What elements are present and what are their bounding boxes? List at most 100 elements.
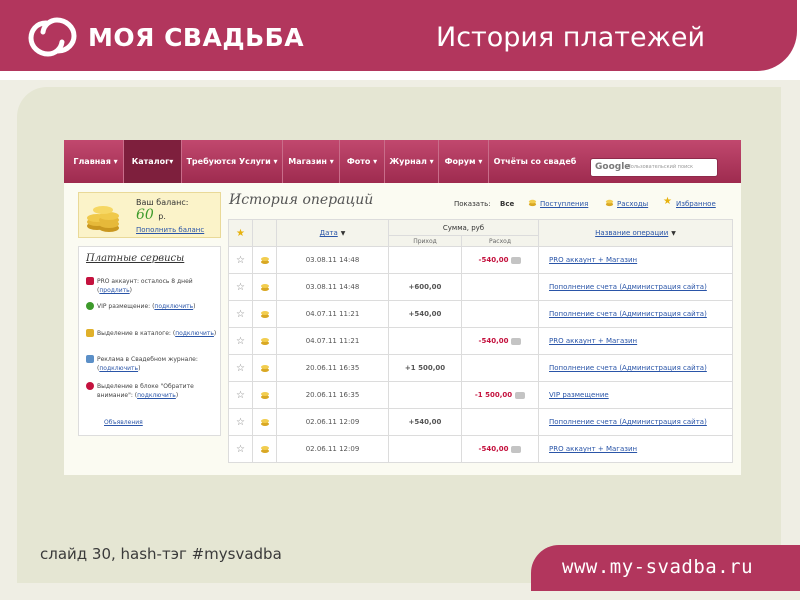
- coins-icon: [260, 392, 269, 399]
- type-column-header: [252, 219, 277, 247]
- expense-column-header: Расход: [460, 235, 540, 247]
- nav-item-forum[interactable]: Форум ▾: [439, 140, 489, 183]
- paid-services-panel: Платные сервисы PRO аккаунт: осталось 8 …: [78, 246, 221, 436]
- filter-favorites[interactable]: Избранное: [676, 200, 716, 208]
- date-sort-link[interactable]: Дата: [320, 229, 338, 237]
- connect-magazine-link[interactable]: подключить: [99, 365, 138, 372]
- table-row: ☆ 04.07.11 11:21 -540,00 PRO аккаунт + М…: [228, 327, 734, 355]
- heart-icon: [86, 382, 94, 390]
- brand: МОЯ СВАДЬБА: [28, 14, 304, 60]
- coins-icon: [260, 311, 269, 318]
- return-icon[interactable]: [511, 445, 522, 453]
- row-operation-link[interactable]: Пополнение счета (Администрация сайта): [549, 364, 707, 372]
- row-operation-link[interactable]: PRO аккаунт + Магазин: [549, 445, 637, 453]
- balance-label: Ваш баланс:: [136, 198, 189, 207]
- nav-item-services-wanted[interactable]: Требуются Услуги ▾: [182, 140, 283, 183]
- services-title: Платные сервисы: [86, 253, 185, 264]
- favorite-star-icon[interactable]: ☆: [236, 309, 245, 320]
- filter-income[interactable]: Поступления: [540, 200, 588, 208]
- site-navbar: Главная ▾ Каталог▾ Требуются Услуги ▾ Ма…: [64, 140, 741, 183]
- row-expense: -1 500,00: [474, 391, 513, 399]
- row-expense-cell: [460, 354, 540, 382]
- table-row: ☆ 02.06.11 12:09 -540,00 PRO аккаунт + М…: [228, 435, 734, 463]
- ads-link[interactable]: Объявления: [104, 419, 143, 426]
- income-column-header: Приход: [388, 235, 462, 247]
- search-logo: Google: [595, 162, 631, 172]
- row-income: [388, 435, 462, 463]
- table-row: ☆ 03.08.11 14:48 -540,00 PRO аккаунт + М…: [228, 246, 734, 274]
- service-item-attention-block: Выделение в блоке "Обратите внимание": (…: [86, 382, 220, 402]
- sum-column-header: Сумма, руб: [387, 219, 540, 236]
- return-icon[interactable]: [515, 391, 526, 399]
- favorite-star-icon[interactable]: ☆: [236, 336, 245, 347]
- filter-expense[interactable]: Расходы: [617, 200, 648, 208]
- name-sort-link[interactable]: Название операции: [595, 229, 668, 237]
- favorite-star-icon[interactable]: ☆: [236, 390, 245, 401]
- nav-item-photo[interactable]: Фото ▾: [340, 140, 385, 183]
- connect-attention-link[interactable]: подключить: [137, 392, 176, 399]
- brand-name: МОЯ СВАДЬБА: [88, 22, 305, 52]
- table-row: ☆ 03.08.11 14:48 +600,00 Пополнение счет…: [228, 273, 734, 301]
- slide-caption: слайд 30, hash-тэг #mysvadba: [40, 545, 282, 563]
- search-placeholder: Пользовательский поиск: [627, 164, 694, 170]
- search-input[interactable]: Google Пользовательский поиск: [590, 158, 718, 177]
- favorite-star-icon[interactable]: ☆: [236, 363, 245, 374]
- row-date: 03.08.11 14:48: [276, 273, 389, 301]
- favorite-star-icon[interactable]: ☆: [236, 282, 245, 293]
- filter-label: Показать:: [454, 200, 491, 208]
- connect-vip-link[interactable]: подключить: [154, 303, 193, 310]
- row-operation-link[interactable]: PRO аккаунт + Магазин: [549, 256, 637, 264]
- row-expense-cell: [460, 273, 540, 301]
- row-operation-link[interactable]: PRO аккаунт + Магазин: [549, 337, 637, 345]
- operations-title: История операций: [229, 192, 374, 208]
- row-expense: -540,00: [478, 256, 509, 264]
- return-icon[interactable]: [511, 337, 522, 345]
- return-icon[interactable]: [511, 256, 522, 264]
- star-icon: ★: [236, 227, 245, 239]
- nav-item-magazine[interactable]: Журнал ▾: [385, 140, 439, 183]
- row-expense-cell: [460, 300, 540, 328]
- star-icon: ★: [663, 196, 672, 207]
- row-income: +600,00: [388, 273, 462, 301]
- coins-icon: [260, 338, 269, 345]
- favorite-star-icon[interactable]: ☆: [236, 444, 245, 455]
- balance-amount: 60 р.: [136, 207, 166, 223]
- row-operation-link[interactable]: Пополнение счета (Администрация сайта): [549, 283, 707, 291]
- extend-link[interactable]: продлить: [99, 287, 129, 294]
- coins-icon: [260, 257, 269, 264]
- row-income: [388, 246, 462, 274]
- site-url[interactable]: www.my-svadba.ru: [562, 556, 753, 578]
- nav-item-shop[interactable]: Магазин ▾: [283, 140, 340, 183]
- favorite-star-icon[interactable]: ☆: [236, 417, 245, 428]
- table-row: ☆ 20.06.11 16:35 -1 500,00 VIP размещени…: [228, 381, 734, 409]
- row-income: +540,00: [388, 408, 462, 436]
- topup-balance-link[interactable]: Пополнить баланс: [136, 226, 204, 234]
- nav-item-wedding-reports[interactable]: Отчёты со свадеб: [489, 140, 581, 183]
- service-item-highlight: Выделение в каталоге: (подключить): [86, 329, 220, 349]
- row-operation-link[interactable]: Пополнение счета (Администрация сайта): [549, 310, 707, 318]
- row-date: 20.06.11 16:35: [276, 354, 389, 382]
- row-operation-link[interactable]: Пополнение счета (Администрация сайта): [549, 418, 707, 426]
- favorite-star-icon[interactable]: ☆: [236, 255, 245, 266]
- date-column-header[interactable]: Дата ▼: [276, 219, 389, 247]
- sort-down-icon: ▼: [340, 230, 346, 237]
- rings-logo-icon: [28, 17, 77, 57]
- service-item-pro: PRO аккаунт: осталось 8 дней (продлить): [86, 277, 220, 297]
- row-expense-cell: -540,00: [460, 246, 540, 274]
- row-income: +1 500,00: [388, 354, 462, 382]
- highlight-icon: [86, 329, 94, 337]
- row-operation-link[interactable]: VIP размещение: [549, 391, 609, 399]
- vip-icon: [86, 302, 94, 310]
- filter-all[interactable]: Все: [500, 200, 514, 208]
- row-date: 02.06.11 12:09: [276, 408, 389, 436]
- nav-item-home[interactable]: Главная ▾: [68, 140, 124, 183]
- row-date: 04.07.11 11:21: [276, 300, 389, 328]
- connect-highlight-link[interactable]: подключить: [175, 330, 214, 337]
- name-column-header[interactable]: Название операции ▼: [538, 219, 734, 247]
- sort-down-icon: ▼: [671, 230, 676, 237]
- row-expense: -540,00: [478, 337, 509, 345]
- nav-item-catalog[interactable]: Каталог▾: [124, 140, 182, 183]
- balance-unit: р.: [158, 212, 166, 221]
- row-expense-cell: -540,00: [460, 327, 540, 355]
- coins-icon: [260, 419, 269, 426]
